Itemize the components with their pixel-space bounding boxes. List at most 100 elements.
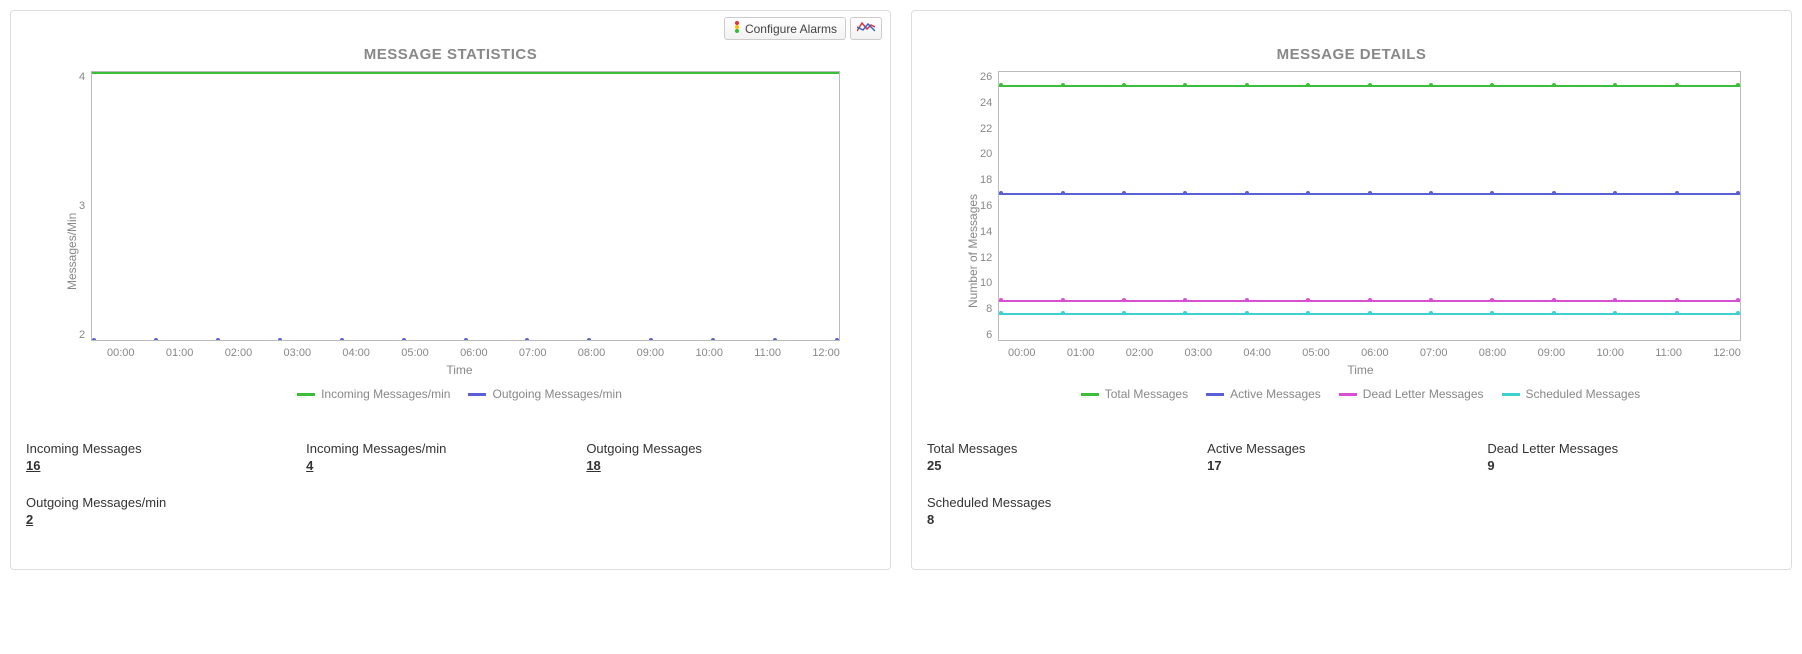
axis-tick: 01:00 [166, 347, 194, 359]
chart-legend: Total Messages Active Messages Dead Letter… [980, 387, 1741, 401]
stat-label: Outgoing Messages/min [26, 495, 306, 510]
data-point-marker [1368, 298, 1372, 302]
data-point-marker [525, 71, 529, 74]
stat-value[interactable]: 16 [26, 458, 40, 473]
data-point-marker [1368, 83, 1372, 87]
axis-tick: 11:00 [754, 347, 781, 359]
data-point-marker [1183, 83, 1187, 87]
axis-tick: 00:00 [1008, 347, 1036, 359]
axis-tick: 05:00 [1302, 347, 1330, 359]
traffic-light-icon [733, 21, 741, 36]
data-point-marker [340, 338, 344, 341]
legend-item[interactable]: Outgoing Messages/min [468, 387, 621, 401]
data-point-marker [1675, 311, 1679, 315]
axis-tick: 14 [980, 226, 992, 238]
y-axis-label: Number of Messages [962, 71, 980, 401]
data-point-marker [1183, 311, 1187, 315]
axis-tick: 6 [986, 329, 992, 341]
data-point-marker [1245, 83, 1249, 87]
data-point-marker [402, 338, 406, 341]
axis-tick: 03:00 [284, 347, 312, 359]
axis-tick: 12:00 [1713, 347, 1741, 359]
data-point-marker [1306, 311, 1310, 315]
data-point-marker [464, 71, 468, 74]
legend-swatch [468, 393, 486, 396]
data-point-marker [1306, 83, 1310, 87]
plot-area[interactable] [91, 71, 840, 341]
data-point-marker [1245, 191, 1249, 195]
x-axis-ticks: 00:0001:0002:0003:0004:0005:0006:0007:00… [1008, 347, 1741, 359]
stat-value[interactable]: 4 [306, 458, 313, 473]
axis-tick: 12:00 [812, 347, 840, 359]
legend-swatch [1206, 393, 1224, 396]
data-point-marker [1061, 298, 1065, 302]
data-point-marker [154, 338, 158, 341]
x-axis-label: Time [980, 363, 1741, 377]
data-point-marker [1429, 311, 1433, 315]
axis-tick: 10 [980, 277, 992, 289]
data-point-marker [1552, 298, 1556, 302]
configure-alarms-button[interactable]: Configure Alarms [724, 17, 846, 40]
legend-swatch [1081, 393, 1099, 396]
panel-toolbar: Configure Alarms [724, 17, 882, 40]
data-point-marker [999, 83, 1003, 87]
data-point-marker [278, 338, 282, 341]
axis-tick: 05:00 [401, 347, 429, 359]
axis-tick: 4 [79, 71, 85, 83]
stat-value[interactable]: 2 [26, 512, 33, 527]
data-point-marker [1245, 311, 1249, 315]
plot-area[interactable] [998, 71, 1741, 341]
legend-swatch [1502, 393, 1520, 396]
data-point-marker [587, 71, 591, 74]
chart-type-button[interactable] [850, 17, 882, 40]
legend-item[interactable]: Dead Letter Messages [1339, 387, 1484, 401]
data-point-marker [1490, 191, 1494, 195]
stat-value: 25 [927, 458, 1207, 473]
axis-tick: 07:00 [1420, 347, 1448, 359]
stat-value[interactable]: 18 [586, 458, 600, 473]
stat-block: Incoming Messages/min4 [306, 441, 586, 473]
axis-tick: 12 [980, 252, 992, 264]
stat-block: Outgoing Messages/min 2 [26, 495, 306, 527]
data-point-marker [1490, 311, 1494, 315]
data-point-marker [1675, 83, 1679, 87]
stat-block: Incoming Messages16 [26, 441, 306, 473]
axis-tick: 26 [980, 71, 992, 83]
data-point-marker [1122, 83, 1126, 87]
legend-label: Dead Letter Messages [1363, 387, 1484, 401]
axis-tick: 03:00 [1185, 347, 1213, 359]
x-axis-ticks: 00:0001:0002:0003:0004:0005:0006:0007:00… [107, 347, 840, 359]
legend-item[interactable]: Total Messages [1081, 387, 1188, 401]
data-point-marker [1490, 298, 1494, 302]
data-point-marker [1613, 83, 1617, 87]
axis-tick: 06:00 [1361, 347, 1389, 359]
axis-tick: 24 [980, 97, 992, 109]
stat-block: Active Messages17 [1207, 441, 1487, 473]
chart-area: Messages/Min 432 00:0001:0002:0003:0004:… [61, 71, 840, 401]
legend-item[interactable]: Active Messages [1206, 387, 1321, 401]
legend-item[interactable]: Incoming Messages/min [297, 387, 450, 401]
chart-legend: Incoming Messages/min Outgoing Messages/m… [79, 387, 840, 401]
axis-tick: 2 [79, 329, 85, 341]
data-point-marker [1061, 191, 1065, 195]
legend-item[interactable]: Scheduled Messages [1502, 387, 1641, 401]
axis-tick: 09:00 [1538, 347, 1566, 359]
data-point-marker [587, 338, 591, 341]
data-point-marker [1552, 191, 1556, 195]
axis-tick: 8 [986, 303, 992, 315]
data-point-marker [1736, 83, 1740, 87]
legend-label: Incoming Messages/min [321, 387, 450, 401]
data-point-marker [1490, 83, 1494, 87]
data-point-marker [154, 71, 158, 74]
data-point-marker [999, 311, 1003, 315]
axis-tick: 00:00 [107, 347, 135, 359]
axis-tick: 10:00 [1596, 347, 1624, 359]
data-point-marker [1675, 298, 1679, 302]
data-point-marker [835, 71, 839, 74]
panel-title: MESSAGE STATISTICS [26, 46, 875, 63]
legend-label: Scheduled Messages [1526, 387, 1641, 401]
data-point-marker [1429, 298, 1433, 302]
x-axis-label: Time [79, 363, 840, 377]
data-point-marker [1736, 311, 1740, 315]
data-point-marker [1429, 191, 1433, 195]
